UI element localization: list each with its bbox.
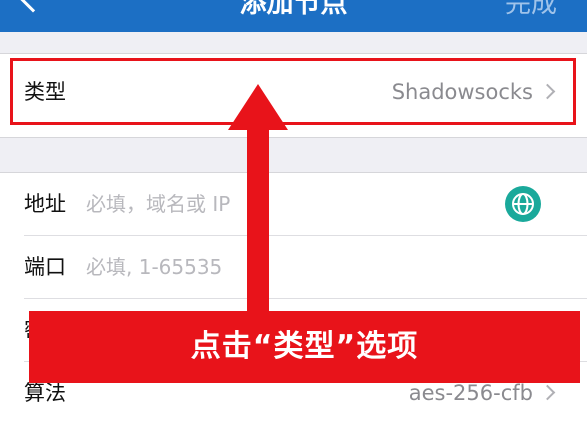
arrow-up-icon bbox=[228, 84, 288, 320]
address-label: 地址 bbox=[24, 192, 66, 216]
done-button[interactable]: 完成 bbox=[505, 0, 557, 21]
address-row[interactable]: 地址 必填，域名或 IP bbox=[0, 173, 587, 235]
port-input[interactable]: 必填, 1-65535 bbox=[86, 236, 222, 298]
instruction-banner: 点击“类型”选项 bbox=[29, 311, 580, 383]
chevron-right-icon bbox=[539, 384, 556, 401]
server-settings-group: 地址 必填，域名或 IP 端口 必填, 1-65535 密码 算法 aes-25… bbox=[0, 172, 587, 427]
type-row-highlight bbox=[10, 58, 576, 125]
globe-icon[interactable] bbox=[505, 186, 541, 222]
page-title: 添加节点 bbox=[239, 0, 348, 19]
navigation-bar: 添加节点 完成 bbox=[0, 0, 587, 32]
address-input[interactable]: 必填，域名或 IP bbox=[86, 173, 230, 235]
port-row[interactable]: 端口 必填, 1-65535 bbox=[0, 236, 587, 298]
port-label: 端口 bbox=[24, 255, 66, 279]
